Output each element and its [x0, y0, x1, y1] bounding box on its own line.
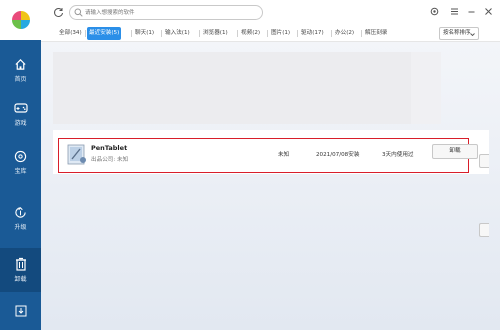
search-box [69, 5, 263, 20]
tab-driver[interactable]: 驱动(17) [299, 27, 326, 40]
search-input[interactable] [85, 7, 255, 18]
tab-divider [161, 30, 162, 37]
sidebar-item-label: 首页 [14, 76, 27, 83]
tab-image[interactable]: 图片(1) [269, 27, 292, 40]
sidebar-item-label: 升级 [14, 224, 27, 231]
sidebar-item-games[interactable]: 游戏 [0, 92, 41, 136]
tab-chat[interactable]: 聊天(1) [133, 27, 156, 40]
sidebar-item-vault[interactable]: 宝库 [0, 140, 41, 184]
gamepad-icon [13, 101, 28, 115]
sidebar-item-upgrade[interactable]: 升级 [0, 196, 41, 240]
tab-divider [131, 30, 132, 37]
tab-divider [361, 30, 362, 37]
upgrade-icon [14, 205, 28, 219]
sort-dropdown[interactable]: 按名称排序 [439, 27, 479, 40]
side-collapse-handle[interactable] [479, 223, 489, 237]
main-content [41, 42, 500, 330]
sidebar-item-label: 卸载 [14, 276, 27, 283]
tab-input-method[interactable]: 输入法(1) [163, 27, 192, 40]
minimize-icon[interactable] [466, 6, 477, 17]
chevron-down-icon [470, 31, 475, 37]
download-icon [14, 304, 28, 318]
sort-label: 按名称排序 [443, 30, 471, 36]
banner-edge [411, 52, 441, 124]
tab-browser[interactable]: 浏览器(1) [201, 27, 230, 40]
close-icon[interactable] [483, 6, 494, 17]
tab-divider [331, 30, 332, 37]
tab-office[interactable]: 办公(2) [333, 27, 356, 40]
sidebar-item-label: 游戏 [14, 120, 27, 127]
tab-divider [237, 30, 238, 37]
sidebar-item-label: 宝库 [14, 168, 27, 175]
banner-placeholder [53, 52, 411, 124]
uninstall-button[interactable]: 卸载 [432, 144, 478, 159]
app-logo[interactable] [0, 0, 41, 40]
top-bar [41, 0, 500, 26]
sidebar-item-download[interactable] [0, 298, 41, 326]
tab-divider [297, 30, 298, 37]
tab-all[interactable]: 全部(34) [57, 27, 84, 40]
tab-divider [199, 30, 200, 37]
category-tabs: 全部(34) 最近安装(5) 聊天(1) 输入法(1) 浏览器(1) 视频(2)… [41, 26, 500, 42]
home-icon [14, 57, 28, 71]
tab-archive[interactable]: 解压刻录 [363, 27, 389, 40]
settings-icon[interactable] [429, 6, 440, 17]
tab-divider [85, 30, 86, 37]
disc-icon [14, 149, 28, 163]
list-row-background [53, 130, 489, 174]
tab-divider [267, 30, 268, 37]
menu-icon[interactable] [449, 6, 460, 17]
pinwheel-logo-icon [11, 11, 30, 29]
tab-video[interactable]: 视频(2) [239, 27, 262, 40]
side-collapse-handle[interactable] [479, 154, 489, 168]
refresh-icon[interactable] [53, 7, 64, 18]
sidebar: 首页 游戏 宝库 升级 卸载 [0, 0, 41, 330]
search-icon [74, 8, 83, 17]
sidebar-item-home[interactable]: 首页 [0, 48, 41, 92]
sidebar-item-uninstall[interactable]: 卸载 [0, 248, 41, 292]
tab-recent[interactable]: 最近安装(5) [87, 27, 122, 40]
trash-icon [14, 257, 28, 271]
